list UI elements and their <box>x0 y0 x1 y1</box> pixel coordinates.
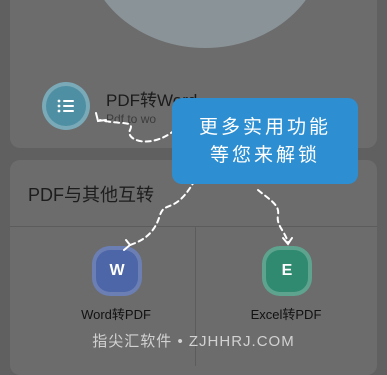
word-to-pdf-label: Word转PDF <box>81 307 151 322</box>
excel-to-pdf-label: Excel转PDF <box>250 307 322 322</box>
divider <box>10 226 377 227</box>
word-to-pdf-tool[interactable]: W Word转PDF <box>36 250 196 330</box>
tooltip-line-1: 更多实用功能 <box>198 116 331 138</box>
section-title: PDF与其他互转 <box>28 185 154 205</box>
banner-illustration <box>85 0 325 48</box>
excel-icon: E <box>266 250 308 292</box>
excel-to-pdf-tool[interactable]: E Excel转PDF <box>206 250 366 330</box>
pdf-to-word-icon-button[interactable] <box>46 86 86 126</box>
watermark: 指尖汇软件 • ZJHHRJ.COM <box>92 333 295 350</box>
tooltip-line-2: 等您来解锁 <box>209 144 320 166</box>
unlock-hint-tooltip: 更多实用功能 等您来解锁 <box>172 98 358 184</box>
word-icon: W <box>96 250 138 292</box>
list-icon <box>57 99 74 113</box>
pdf-to-word-subtitle: Pdf to wo <box>106 112 157 126</box>
